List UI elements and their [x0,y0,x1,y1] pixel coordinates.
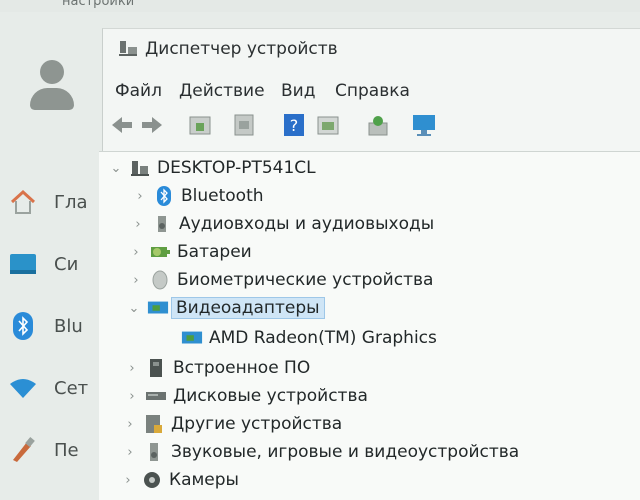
device-tree: ⌄ DESKTOP-PT541CL › Bluetooth › Аудиовхо… [99,151,640,500]
tree-item-sound-devices[interactable]: › Звуковые, игровые и видеоустройства [123,440,519,464]
sidebar-item-network[interactable]: Сет [6,372,106,404]
tree-item-label: Камеры [169,470,239,490]
tree-item-bluetooth[interactable]: › Bluetooth [133,184,264,208]
battery-icon [149,241,171,263]
sidebar-item-label: Пе [54,439,79,461]
display-adapter-icon [147,297,169,319]
tree-item-label: Встроенное ПО [173,358,311,378]
sidebar-item-personalization[interactable]: Пе [6,434,106,466]
computer-icon [129,157,151,179]
update-driver-icon[interactable] [229,111,259,139]
tree-item-label: Bluetooth [181,186,264,206]
chevron-right-icon[interactable]: › [123,417,137,432]
computer-name: DESKTOP-PT541CL [157,158,316,178]
tree-item-disk-drives[interactable]: › Дисковые устройства [125,384,368,408]
tree-item-label: Звуковые, игровые и видеоустройства [171,442,520,462]
chevron-right-icon[interactable]: › [121,473,135,488]
back-icon[interactable] [107,111,137,139]
tree-item-label: Другие устройства [171,414,343,434]
chevron-right-icon[interactable]: › [123,445,137,460]
monitor-icon[interactable] [409,111,439,139]
chevron-right-icon[interactable]: › [125,389,139,404]
tree-item-label: Дисковые устройства [173,386,368,406]
sidebar-item-bluetooth[interactable]: Blu [6,310,106,342]
toolbar: ? [103,107,640,145]
settings-top-label: настройки [62,0,135,9]
speaker-icon [151,213,173,235]
menu-view[interactable]: Вид [281,81,315,101]
home-icon [6,188,40,216]
tree-item-label: Биометрические устройства [177,270,434,290]
chevron-down-icon[interactable]: ⌄ [127,301,141,316]
sound-icon [143,441,165,463]
menu-action[interactable]: Действие [179,81,265,101]
window-title: Диспетчер устройств [145,39,338,59]
camera-icon [141,469,163,491]
chevron-right-icon[interactable]: › [133,189,147,204]
firmware-icon [145,357,167,379]
scan-hardware-icon[interactable] [363,111,393,139]
network-icon [6,374,40,402]
view-icon[interactable] [313,111,343,139]
tree-item-label: Видеоадаптеры [171,297,325,319]
sidebar-item-system[interactable]: Си [6,248,106,280]
tree-item-other-devices[interactable]: › Другие устройства [123,412,342,436]
sidebar-item-label: Си [54,253,79,275]
title-bar[interactable]: Диспетчер устройств [103,29,640,73]
menu-file[interactable]: Файл [115,81,162,101]
unknown-device-icon [143,413,165,435]
menu-help[interactable]: Справка [335,81,410,101]
properties-icon[interactable] [185,111,215,139]
chevron-right-icon[interactable]: › [125,361,139,376]
sidebar-item-label: Гла [54,191,88,213]
avatar[interactable] [30,60,74,112]
tree-item-firmware[interactable]: › Встроенное ПО [125,356,310,380]
help-icon[interactable]: ? [279,111,309,139]
tree-item-display-adapters[interactable]: ⌄ Видеоадаптеры [127,296,325,320]
sidebar-item-home[interactable]: Гла [6,186,106,218]
tree-item-label: Батареи [177,242,252,262]
tree-item-amd-graphics[interactable]: AMD Radeon(TM) Graphics [161,326,437,350]
tree-item-audio-io[interactable]: › Аудиовходы и аудиовыходы [131,212,434,236]
chevron-down-icon[interactable]: ⌄ [109,161,123,176]
forward-icon[interactable] [137,111,167,139]
personalization-icon [6,436,40,464]
settings-topbar: настройки [0,0,640,12]
tree-item-batteries[interactable]: › Батареи [129,240,252,264]
bluetooth-icon [6,312,40,340]
chevron-right-icon[interactable]: › [131,217,145,232]
tree-item-label: AMD Radeon(TM) Graphics [209,328,437,348]
chevron-right-icon[interactable]: › [129,273,143,288]
system-icon [6,250,40,278]
fingerprint-icon [149,269,171,291]
chevron-right-icon[interactable]: › [129,245,143,260]
bluetooth-icon [153,185,175,207]
disk-icon [145,385,167,407]
sidebar-item-label: Blu [54,315,83,337]
menu-bar: Файл Действие Вид Справка [103,77,640,105]
sidebar-item-label: Сет [54,377,89,399]
device-manager-window: Диспетчер устройств Файл Действие Вид Сп… [99,28,640,500]
tree-item-biometric[interactable]: › Биометрические устройства [129,268,433,292]
device-manager-icon [117,37,139,63]
tree-root[interactable]: ⌄ DESKTOP-PT541CL [109,156,316,180]
display-adapter-icon [181,327,203,349]
tree-item-label: Аудиовходы и аудиовыходы [179,214,435,234]
svg-text:?: ? [290,116,299,135]
tree-item-cameras[interactable]: › Камеры [121,468,239,492]
